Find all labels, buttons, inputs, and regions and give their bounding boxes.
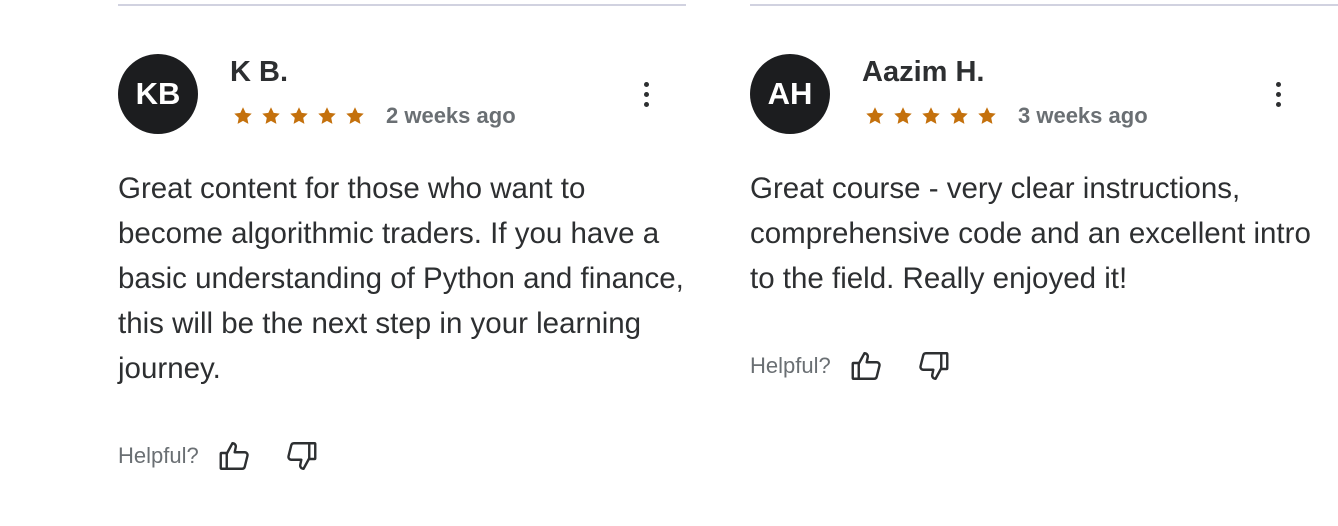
divider: [118, 4, 686, 6]
more-vertical-icon: [1275, 81, 1281, 87]
avatar-initials: KB: [135, 76, 181, 111]
divider: [750, 4, 1338, 6]
star-icon: [234, 107, 252, 124]
more-vertical-icon-dot: [643, 91, 649, 97]
more-vertical-icon-dot: [643, 101, 649, 107]
avatar: AH: [750, 54, 830, 134]
star-rating: [864, 105, 998, 127]
more-vertical-icon-dot: [1275, 91, 1281, 97]
helpful-label: Helpful?: [750, 353, 831, 378]
review-text: Great course - very clear instructions, …: [750, 172, 1311, 295]
star-rating: [232, 105, 366, 127]
thumbs-down-button[interactable]: [913, 346, 953, 386]
thumbs-up-icon: [851, 352, 881, 380]
thumbs-up-icon: [219, 442, 249, 470]
review-time: 2 weeks ago: [386, 103, 516, 128]
thumbs-down-icon: [286, 442, 317, 470]
helpful-row: Helpful?: [118, 436, 321, 476]
star-icon: [894, 107, 912, 124]
star-icon: [262, 107, 280, 124]
star-icon: [950, 107, 968, 124]
helpful-label: Helpful?: [118, 443, 199, 468]
review-text: Great content for those who want to beco…: [118, 172, 684, 385]
more-vertical-icon: [643, 81, 649, 87]
thumbs-down-icon: [918, 352, 949, 380]
star-icon: [318, 107, 336, 124]
thumbs-up-button[interactable]: [847, 346, 887, 386]
reviewer-name: K B.: [230, 56, 288, 88]
more-options-button[interactable]: [1268, 76, 1288, 112]
reviewer-name: Aazim H.: [862, 56, 985, 88]
more-options-button[interactable]: [636, 76, 656, 112]
more-vertical-icon-dot: [1275, 101, 1281, 107]
star-icon: [922, 107, 940, 124]
thumbs-up-button[interactable]: [215, 436, 255, 476]
review-time: 3 weeks ago: [1018, 103, 1148, 128]
star-icon: [346, 107, 364, 124]
star-icon: [866, 107, 884, 124]
rating-row: 3 weeks ago: [864, 102, 1148, 130]
rating-row: 2 weeks ago: [232, 102, 516, 130]
avatar: KB: [118, 54, 198, 134]
star-icon: [978, 107, 996, 124]
thumbs-down-button[interactable]: [281, 436, 321, 476]
helpful-row: Helpful?: [750, 346, 953, 386]
star-icon: [290, 107, 308, 124]
avatar-initials: AH: [767, 76, 813, 111]
